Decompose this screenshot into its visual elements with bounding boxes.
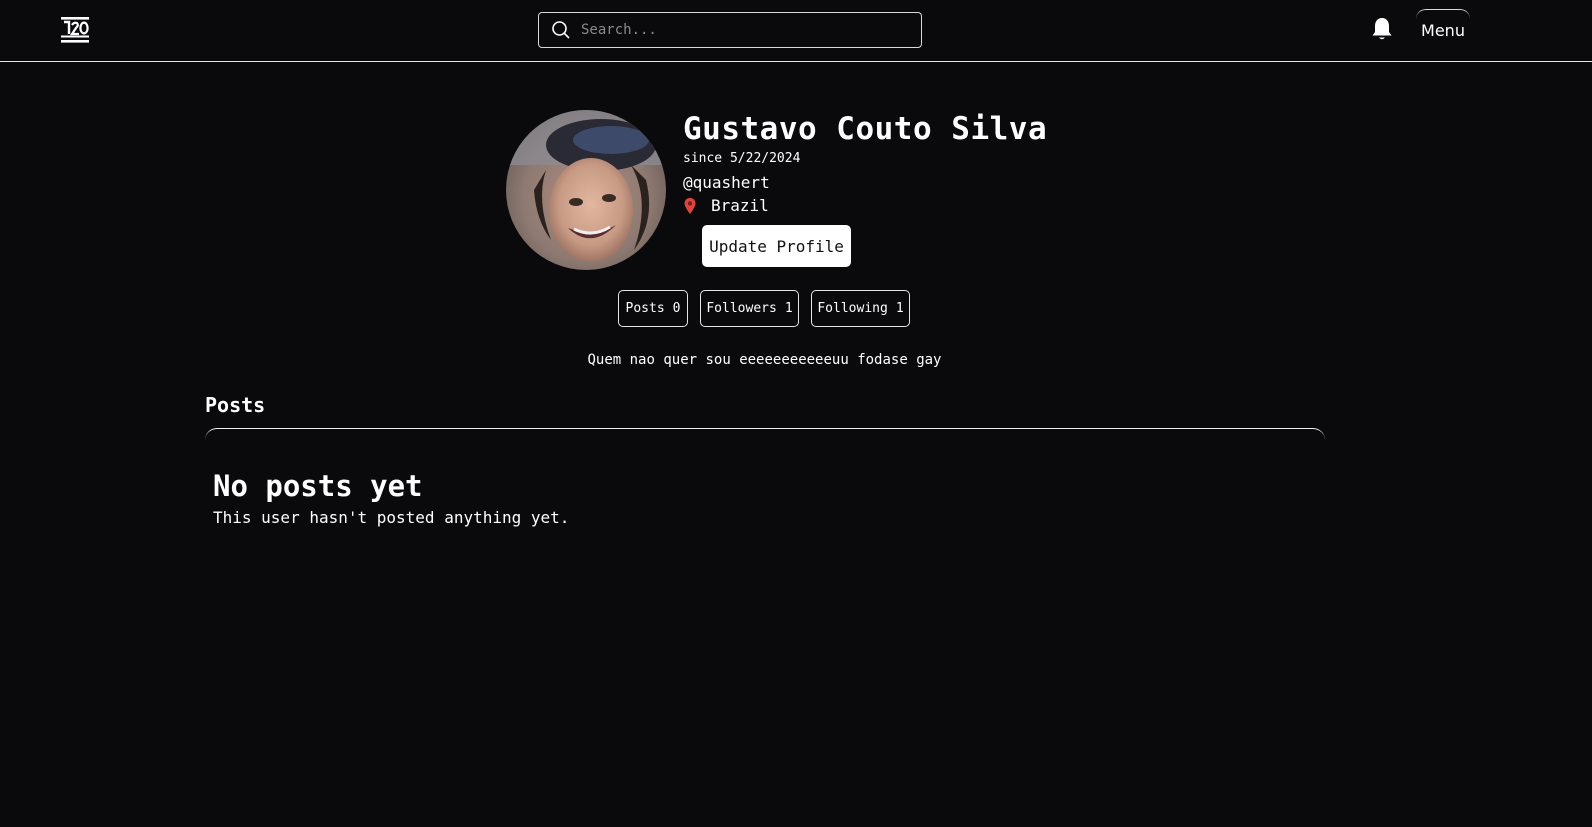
posts-stat-count: 0 bbox=[672, 301, 681, 316]
followers-stat-count: 1 bbox=[784, 301, 793, 316]
avatar bbox=[506, 110, 666, 270]
followers-stat-button[interactable]: Followers 1 bbox=[700, 290, 799, 327]
search-input[interactable] bbox=[579, 21, 909, 39]
menu-button[interactable]: Menu bbox=[1416, 9, 1470, 51]
profile-location: Brazil bbox=[683, 196, 769, 215]
following-stat-button[interactable]: Following 1 bbox=[811, 290, 910, 327]
following-stat-count: 1 bbox=[895, 301, 904, 316]
search-bar[interactable] bbox=[538, 12, 922, 48]
logo-icon[interactable] bbox=[60, 16, 90, 44]
member-since: since 5/22/2024 bbox=[683, 151, 801, 166]
search-icon bbox=[552, 21, 570, 39]
bell-icon[interactable] bbox=[1370, 16, 1394, 42]
update-profile-button[interactable]: Update Profile bbox=[702, 225, 851, 267]
posts-section-heading: Posts bbox=[205, 393, 266, 417]
profile-name: Gustavo Couto Silva bbox=[683, 111, 1048, 147]
location-label: Brazil bbox=[711, 196, 769, 215]
empty-state-title: No posts yet bbox=[213, 469, 423, 503]
top-navbar: Menu bbox=[0, 0, 1592, 62]
posts-stat-button[interactable]: Posts 0 bbox=[618, 290, 688, 327]
profile-handle: @quashert bbox=[683, 173, 770, 192]
pin-icon bbox=[684, 197, 696, 214]
followers-stat-label: Followers bbox=[706, 301, 777, 316]
posts-stat-label: Posts bbox=[625, 301, 665, 316]
empty-state-text: This user hasn't posted anything yet. bbox=[213, 508, 570, 527]
profile-bio: Quem nao quer sou eeeeeeeeeeeuu fodase g… bbox=[587, 352, 942, 368]
following-stat-label: Following bbox=[817, 301, 888, 316]
avatar-photo bbox=[506, 110, 666, 270]
